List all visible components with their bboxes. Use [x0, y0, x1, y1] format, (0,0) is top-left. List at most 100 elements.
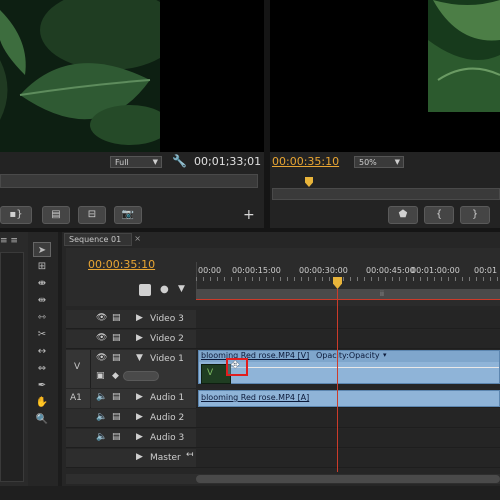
- work-area-grip: ii: [380, 290, 384, 298]
- program-black-area: [270, 0, 428, 152]
- track-header: ▶ Master ↤: [66, 449, 196, 467]
- program-scrub-bar[interactable]: [272, 188, 500, 200]
- source-zoom-value: Full: [115, 158, 129, 167]
- expand-arrow-icon[interactable]: ▶: [136, 412, 143, 422]
- wrench-icon[interactable]: 🔧: [172, 154, 187, 168]
- chevron-down-icon: ▼: [152, 158, 158, 166]
- speaker-icon[interactable]: 🔈: [96, 432, 107, 442]
- display-style-icon[interactable]: ▣: [96, 371, 105, 381]
- work-area-bar[interactable]: [196, 289, 500, 300]
- opacity-rubber-band[interactable]: [231, 367, 499, 368]
- expand-arrow-icon[interactable]: ▶: [136, 313, 143, 323]
- rate-stretch-tool-icon[interactable]: ⇿: [33, 310, 51, 325]
- track-master: ▶ Master ↤: [66, 449, 500, 468]
- add-marker-button[interactable]: ⬟: [388, 206, 418, 224]
- program-video-frame: [428, 0, 500, 112]
- slide-tool-icon[interactable]: ⇔: [33, 361, 51, 376]
- program-zoom-dropdown[interactable]: 50% ▼: [354, 156, 404, 168]
- lock-icon[interactable]: ▤: [112, 353, 121, 363]
- hand-tool-icon[interactable]: ✋: [33, 395, 51, 410]
- program-timecode[interactable]: 00:00:35:10: [272, 155, 339, 168]
- lock-icon[interactable]: ▤: [112, 412, 121, 422]
- source-scrub-bar[interactable]: [0, 174, 258, 188]
- track-select-tool-icon[interactable]: ⊞: [33, 259, 51, 274]
- chevron-down-icon: ▼: [394, 158, 400, 166]
- track-body[interactable]: [196, 409, 500, 427]
- source-timecode[interactable]: 00;01;33;01: [194, 155, 261, 168]
- keyframe-icon[interactable]: ◆: [112, 371, 119, 381]
- speaker-icon[interactable]: 🔈: [96, 412, 107, 422]
- program-playhead-marker[interactable]: [305, 177, 313, 187]
- sequence-tab[interactable]: Sequence 01 ×: [64, 233, 141, 246]
- speaker-icon[interactable]: 🔈: [96, 392, 107, 402]
- track-body[interactable]: [196, 310, 500, 328]
- zoom-tool-icon[interactable]: 🔍: [33, 412, 51, 427]
- track-audio-1: A1 🔈 ▤ ▶ Audio 1 blooming Red rose.MP4 […: [66, 389, 500, 408]
- track-label: Audio 1: [150, 393, 185, 403]
- track-header: 👁 ▤ ▼ Video 1 ▣ ◆: [91, 350, 196, 388]
- track-label: Audio 3: [150, 433, 185, 443]
- audio-clip[interactable]: blooming Red rose.MP4 [A]: [198, 390, 500, 407]
- export-frame-button[interactable]: ⊟: [78, 206, 106, 224]
- keyframe-nav[interactable]: [123, 371, 159, 381]
- track-video-3: 👁 ▤ ▶ Video 3: [66, 310, 500, 329]
- razor-tool-icon[interactable]: ✂: [33, 327, 51, 342]
- move-cursor-icon: ✥: [226, 358, 248, 376]
- ruler-label: 00:00:45:00: [366, 266, 415, 275]
- selection-tool-icon[interactable]: ➤: [33, 242, 51, 257]
- track-video-2: 👁 ▤ ▶ Video 2: [66, 330, 500, 349]
- flag-icon[interactable]: ▼: [178, 284, 185, 294]
- mark-in-button[interactable]: {: [424, 206, 454, 224]
- sequence-timecode[interactable]: 00:00:35:10: [88, 258, 155, 271]
- rolling-edit-tool-icon[interactable]: ⇹: [33, 293, 51, 308]
- track-video-1: V 👁 ▤ ▼ Video 1 ▣ ◆ blooming Red rose.MP…: [66, 350, 500, 388]
- slip-tool-icon[interactable]: ↔: [33, 344, 51, 359]
- expand-arrow-icon[interactable]: ▶: [136, 432, 143, 442]
- collapse-arrow-icon[interactable]: ▼: [136, 353, 143, 363]
- lock-icon[interactable]: ▤: [112, 432, 121, 442]
- expand-arrow-icon[interactable]: ▶: [136, 452, 143, 462]
- track-body[interactable]: [196, 449, 500, 467]
- mark-out-button[interactable]: }: [460, 206, 490, 224]
- expand-arrow-icon[interactable]: ▶: [136, 333, 143, 343]
- track-body[interactable]: [196, 429, 500, 447]
- track-label: Video 2: [150, 334, 184, 344]
- lock-icon[interactable]: ▤: [112, 333, 121, 343]
- lock-icon[interactable]: ▤: [112, 313, 121, 323]
- eye-icon[interactable]: 👁: [96, 333, 107, 343]
- timeline-scrollbar[interactable]: [66, 474, 500, 484]
- audio-target-button[interactable]: A1: [66, 389, 90, 408]
- track-header: 🔈 ▤ ▶ Audio 3: [66, 429, 196, 447]
- source-black-area: [160, 0, 264, 152]
- overwrite-button[interactable]: ▤: [42, 206, 70, 224]
- program-black-bottom: [428, 112, 500, 152]
- track-label: Audio 2: [150, 413, 185, 423]
- track-label: Video 3: [150, 314, 184, 324]
- project-panel: ≡ ≡: [0, 232, 28, 500]
- audio-target-label: A1: [70, 393, 82, 403]
- close-icon[interactable]: ×: [134, 234, 141, 243]
- snap-icon[interactable]: [139, 284, 151, 296]
- insert-button[interactable]: ▪}: [0, 206, 32, 224]
- scrollbar-thumb[interactable]: [196, 475, 500, 483]
- lock-icon[interactable]: ▤: [112, 392, 121, 402]
- track-header: 👁 ▤ ▶ Video 2: [66, 330, 196, 348]
- camera-icon[interactable]: 📷: [114, 206, 142, 224]
- pen-tool-icon[interactable]: ✒: [33, 378, 51, 393]
- eye-icon[interactable]: 👁: [96, 313, 107, 323]
- marker-icon[interactable]: ●: [160, 284, 169, 295]
- track-body[interactable]: [196, 330, 500, 348]
- chevron-down-icon: ▾: [383, 351, 387, 359]
- eye-icon[interactable]: 👁: [96, 353, 107, 363]
- add-button[interactable]: +: [243, 207, 255, 223]
- video-target-button[interactable]: V: [66, 350, 91, 388]
- panel-menu-icon[interactable]: ≡ ≡: [0, 236, 18, 246]
- source-zoom-dropdown[interactable]: Full ▼: [110, 156, 162, 168]
- expand-arrow-icon[interactable]: ▶: [136, 392, 143, 402]
- clip-effect-label[interactable]: Opacity:Opacity: [316, 351, 380, 360]
- sequence-tab-label: Sequence 01: [69, 235, 122, 244]
- track-audio-2: 🔈 ▤ ▶ Audio 2: [66, 409, 500, 428]
- ripple-edit-tool-icon[interactable]: ⇼: [33, 276, 51, 291]
- video-target-label: V: [74, 362, 81, 372]
- source-video-frame: [0, 0, 160, 152]
